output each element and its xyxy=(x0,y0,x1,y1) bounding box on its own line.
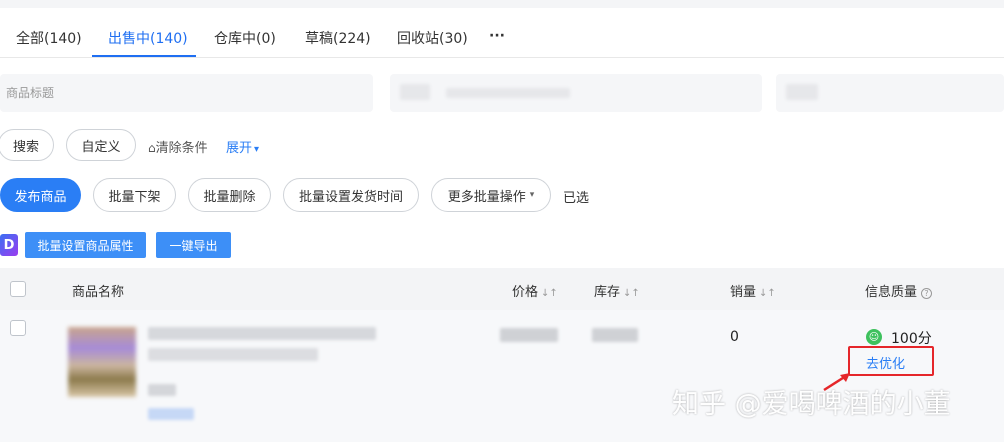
batch-attr-label: 批量设置商品属性 xyxy=(37,238,134,253)
custom-button-label: 自定义 xyxy=(81,139,121,155)
tab-on-sale[interactable]: 出售中(140) xyxy=(108,28,188,48)
publish-label: 发布商品 xyxy=(14,189,67,205)
price-value-blurred xyxy=(500,328,558,342)
more-batch-actions-button[interactable]: 更多批量操作 ▾ xyxy=(431,178,551,212)
watermark: 知乎 @爱喝啤酒的小董 xyxy=(672,389,951,420)
product-tag-blurred xyxy=(148,408,194,420)
sort-icon: ↓↑ xyxy=(623,288,640,299)
custom-button[interactable]: 自定义 xyxy=(66,129,136,161)
batch-delist-label: 批量下架 xyxy=(108,189,161,205)
product-thumbnail[interactable] xyxy=(68,327,136,397)
blurred-label xyxy=(400,84,430,100)
sales-value: 0 xyxy=(730,329,739,345)
batch-delete-button[interactable]: 批量删除 xyxy=(188,178,271,212)
batch-ship-time-button[interactable]: 批量设置发货时间 xyxy=(283,178,419,212)
expand-label: 展开 xyxy=(226,141,253,156)
clear-conditions-link[interactable]: ⌂清除条件 xyxy=(148,137,208,156)
active-tab-indicator xyxy=(92,55,196,57)
product-title-input[interactable] xyxy=(0,74,373,112)
column-price[interactable]: 价格 ↓↑ xyxy=(512,281,558,300)
search-button-label: 搜索 xyxy=(12,139,39,155)
column-stock[interactable]: 库存 ↓↑ xyxy=(594,281,640,300)
tab-all[interactable]: 全部(140) xyxy=(16,28,82,48)
product-meta-blurred xyxy=(148,384,176,396)
filter-field-3[interactable] xyxy=(776,74,1004,112)
tab-more-icon[interactable]: ··· xyxy=(489,28,505,44)
column-info-quality: 信息质量? xyxy=(865,281,933,300)
tab-warehouse[interactable]: 仓库中(0) xyxy=(214,28,276,48)
app-logo-icon: D xyxy=(0,234,18,256)
table-header: 商品名称 价格 ↓↑ 库存 ↓↑ 销量 ↓↑ 信息质量? xyxy=(0,268,1004,310)
filter-field-2[interactable] xyxy=(390,74,762,112)
blurred-label xyxy=(786,84,818,100)
expand-link[interactable]: 展开 ▾ xyxy=(226,137,259,156)
title-filter xyxy=(0,74,373,112)
top-strip xyxy=(0,0,1004,8)
help-icon[interactable]: ? xyxy=(921,288,933,299)
more-batch-label: 更多批量操作 xyxy=(447,189,526,205)
clear-label: 清除条件 xyxy=(155,141,208,156)
stock-value-blurred xyxy=(592,328,638,342)
sales-header-label: 销量 xyxy=(730,285,757,300)
stock-header-label: 库存 xyxy=(594,285,621,300)
export-label: 一键导出 xyxy=(169,238,218,253)
clear-icon: ⌂ xyxy=(148,141,156,155)
publish-product-button[interactable]: 发布商品 xyxy=(0,178,81,212)
chevron-down-icon: ▾ xyxy=(529,190,535,200)
product-title-blurred[interactable] xyxy=(148,327,376,340)
sort-icon: ↓↑ xyxy=(759,288,776,299)
batch-delete-label: 批量删除 xyxy=(203,189,256,205)
price-header-label: 价格 xyxy=(512,285,539,300)
select-all-checkbox[interactable] xyxy=(10,281,26,297)
batch-delist-button[interactable]: 批量下架 xyxy=(93,178,176,212)
selected-count-label: 已选 xyxy=(563,191,590,206)
column-product-name: 商品名称 xyxy=(72,285,125,300)
row-checkbox[interactable] xyxy=(10,320,26,336)
sort-icon: ↓↑ xyxy=(541,288,558,299)
batch-set-attributes-button[interactable]: 批量设置商品属性 xyxy=(25,232,146,258)
chevron-down-icon: ▾ xyxy=(254,144,260,155)
blurred-value xyxy=(446,88,570,98)
batch-ship-time-label: 批量设置发货时间 xyxy=(298,189,403,205)
column-sales[interactable]: 销量 ↓↑ xyxy=(730,281,776,300)
optimize-link[interactable]: 去优化 xyxy=(866,353,905,372)
quality-score: 100分 xyxy=(891,331,932,347)
tab-recycle-bin[interactable]: 回收站(30) xyxy=(397,28,468,48)
tab-drafts[interactable]: 草稿(224) xyxy=(305,28,371,48)
search-button[interactable]: 搜索 xyxy=(0,129,54,161)
status-tabs: 全部(140) 出售中(140) 仓库中(0) 草稿(224) 回收站(30) … xyxy=(0,8,1004,58)
quality-header-label: 信息质量 xyxy=(865,285,918,300)
export-button[interactable]: 一键导出 xyxy=(156,232,231,258)
product-subtitle-blurred xyxy=(148,348,318,361)
smile-icon: ☺ xyxy=(866,329,882,345)
